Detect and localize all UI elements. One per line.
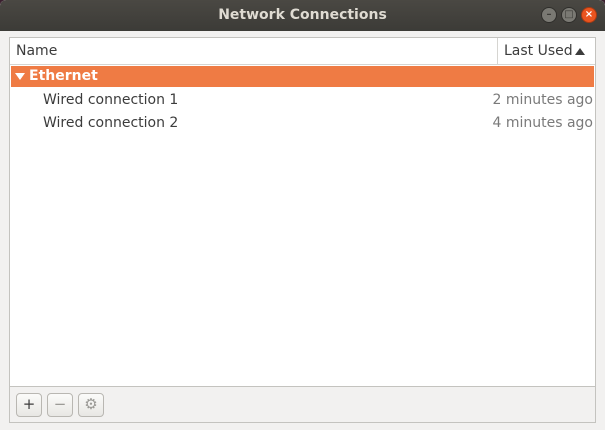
list-toolbar: + − ⚙ (9, 387, 596, 423)
column-header-last-used[interactable]: Last Used (504, 43, 573, 59)
connection-last-used: 4 minutes ago (492, 115, 593, 131)
connection-last-used: 2 minutes ago (492, 92, 593, 108)
connections-list[interactable]: Name Last Used Ethernet Wired connection… (9, 37, 596, 387)
column-header-name[interactable]: Name (16, 43, 57, 59)
connection-row[interactable]: Wired connection 2 4 minutes ago (10, 112, 595, 134)
edit-connection-button[interactable]: ⚙ (78, 393, 104, 417)
group-label: Ethernet (29, 68, 98, 84)
connection-row[interactable]: Wired connection 1 2 minutes ago (10, 89, 595, 111)
column-separator (497, 38, 498, 64)
minimize-button[interactable]: – (541, 7, 557, 23)
title-bar[interactable]: Network Connections – □ × (0, 0, 605, 31)
group-row-ethernet[interactable]: Ethernet (11, 66, 594, 87)
window-title: Network Connections (218, 7, 387, 23)
gear-icon: ⚙ (84, 395, 98, 413)
add-connection-button[interactable]: + (16, 393, 42, 417)
sort-ascending-icon[interactable] (575, 48, 585, 55)
connection-name: Wired connection 1 (43, 92, 179, 108)
maximize-button[interactable]: □ (561, 7, 577, 23)
list-header: Name Last Used (10, 38, 595, 65)
close-button[interactable]: × (581, 7, 597, 23)
remove-connection-button[interactable]: − (47, 393, 73, 417)
network-connections-window: Network Connections – □ × Name Last Used… (0, 0, 605, 430)
connection-name: Wired connection 2 (43, 115, 179, 131)
expander-down-icon[interactable] (15, 73, 25, 80)
